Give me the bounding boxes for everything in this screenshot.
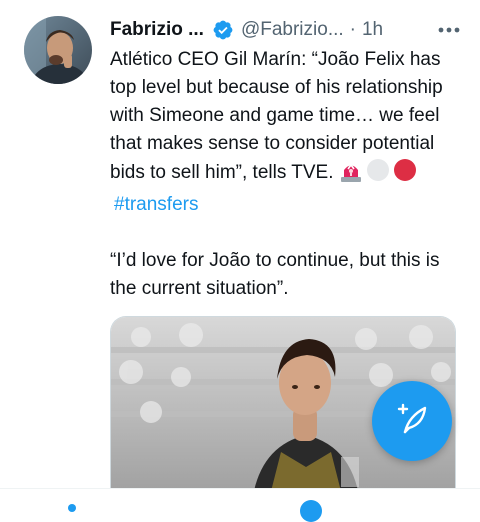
verified-badge-icon xyxy=(212,19,234,41)
notification-badge[interactable] xyxy=(300,500,322,522)
red-circle-emoji xyxy=(393,158,417,191)
tweet-paragraph-2: “I’d love for João to continue, but this… xyxy=(110,250,440,299)
tweet-body: Atlético CEO Gil Marín: “João Felix has … xyxy=(110,46,460,303)
compose-tweet-button[interactable] xyxy=(372,381,452,461)
home-unread-indicator[interactable] xyxy=(68,504,76,512)
hashtag-link[interactable]: #transfers xyxy=(114,194,198,215)
white-circle-emoji xyxy=(366,158,390,191)
tweet-timestamp[interactable]: 1h xyxy=(362,19,383,41)
bottom-navigation-bar xyxy=(0,488,480,522)
tweet-paragraph-1: Atlético CEO Gil Marín: “João Felix has … xyxy=(110,46,460,219)
avatar-image xyxy=(24,16,92,84)
more-options-icon[interactable] xyxy=(438,16,460,44)
tweet-header: Fabrizio ... @Fabrizio... · 1h xyxy=(110,16,460,44)
separator-dot: · xyxy=(349,19,356,40)
author-handle[interactable]: @Fabrizio... xyxy=(241,19,344,41)
author-name[interactable]: Fabrizio ... xyxy=(110,19,204,41)
compose-tweet-icon xyxy=(395,402,429,441)
author-avatar[interactable] xyxy=(24,16,92,84)
siren-emoji xyxy=(339,160,363,191)
